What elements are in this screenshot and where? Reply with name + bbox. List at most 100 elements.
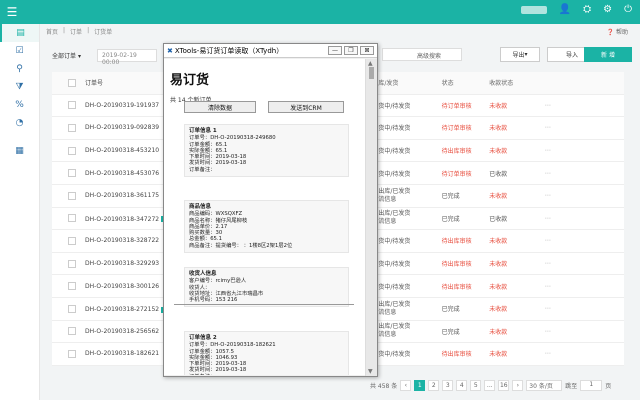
- row-checkbox[interactable]: [68, 327, 76, 336]
- order-status: 待订单审核: [441, 102, 472, 110]
- order-info-card: 收货人信息 客户编号：rcimy巴逊人 收货人： 收货地址：江西省九江市瑞昌市 手机号码…: [184, 267, 349, 308]
- order-status: 待出库审核: [441, 283, 472, 291]
- prev-page-button[interactable]: ‹: [400, 380, 412, 391]
- card-title: 收货人信息: [189, 271, 217, 277]
- row-checkbox[interactable]: [68, 169, 76, 178]
- restore-icon[interactable]: ❐: [344, 46, 358, 55]
- section-divider: [174, 304, 354, 305]
- all-orders-dropdown[interactable]: 全部订单 ▾: [52, 51, 97, 60]
- order-status: 待订单审核: [441, 170, 472, 178]
- xtools-popup-window: ✖ XTools-易订货订单读取（XTydh） — ❐ ⊠ 易订货 共 14 个…: [163, 43, 378, 377]
- per-page-select[interactable]: 30 条/页: [526, 380, 563, 391]
- page-button[interactable]: 4: [456, 380, 468, 391]
- order-status: 已完成: [441, 193, 460, 201]
- percent-icon[interactable]: %: [0, 96, 39, 114]
- page-button[interactable]: 1: [414, 380, 426, 391]
- scroll-up-icon: ▲: [368, 60, 373, 67]
- ship-status: 备货中/待发货: [372, 351, 411, 359]
- row-actions-icon[interactable]: ⋯: [545, 192, 624, 199]
- row-checkbox[interactable]: [68, 304, 76, 313]
- order-status: 已完成: [441, 306, 460, 314]
- page-button[interactable]: 16: [498, 380, 510, 391]
- ship-status: 备货中/待发货: [372, 283, 411, 291]
- advanced-search-link[interactable]: 高级搜索: [417, 51, 441, 60]
- payment-status: 已收款: [489, 215, 508, 223]
- gear-icon[interactable]: ⚙: [603, 4, 612, 15]
- page-button[interactable]: ...: [484, 380, 496, 391]
- sidebar: ▤ ☑ ⚲ ⧩ % ◔ ▦: [0, 24, 40, 400]
- order-status: 待出库审核: [441, 261, 472, 269]
- payment-status: 未收款: [489, 238, 508, 246]
- goto-page-input[interactable]: 1: [580, 380, 603, 391]
- row-checkbox[interactable]: [68, 191, 76, 200]
- row-actions-icon[interactable]: ⋯: [545, 305, 624, 312]
- power-icon[interactable]: ⏻: [624, 4, 632, 15]
- card-title: 订单信息 2: [189, 335, 217, 341]
- page-button[interactable]: 3: [442, 380, 454, 391]
- payment-status: 已收款: [489, 170, 508, 178]
- row-checkbox[interactable]: [68, 214, 76, 223]
- row-actions-icon[interactable]: ⋯: [545, 170, 624, 177]
- row-actions-icon[interactable]: ⋯: [545, 147, 624, 154]
- app-logo-icon: ✖: [167, 46, 173, 55]
- ship-status: 备货中/待发货: [372, 125, 411, 133]
- new-button[interactable]: 新 增: [584, 47, 632, 62]
- pie-chart-icon[interactable]: ◔: [0, 114, 39, 132]
- hamburger-icon[interactable]: ☰: [0, 0, 24, 24]
- user-name-pill[interactable]: [520, 5, 547, 14]
- export-button[interactable]: 导出 ▾: [500, 47, 540, 62]
- filter-icon[interactable]: ⧩: [0, 78, 39, 96]
- row-actions-icon[interactable]: ⋯: [545, 350, 624, 357]
- row-checkbox[interactable]: [68, 282, 76, 291]
- clear-data-button[interactable]: 清除数据: [184, 101, 256, 113]
- order-info-card: 订单信息 2 订单号：DH-O-20190318-182621 订单金额：1057.…: [184, 331, 349, 375]
- user-icon[interactable]: ⚲: [0, 60, 39, 78]
- row-checkbox[interactable]: [68, 349, 76, 358]
- popup-scrollbar[interactable]: ▲ ▼: [365, 59, 377, 376]
- scroll-down-icon: ▼: [368, 368, 373, 375]
- row-checkbox[interactable]: [68, 123, 76, 132]
- next-page-button[interactable]: ›: [512, 380, 524, 391]
- select-all-checkbox[interactable]: [68, 78, 76, 87]
- payment-status: 未收款: [489, 102, 508, 110]
- row-actions-icon[interactable]: ⋯: [545, 283, 624, 290]
- chevron-down-icon: ▾: [77, 52, 81, 60]
- breadcrumb-home[interactable]: 首页: [46, 27, 58, 36]
- payment-status: 未收款: [489, 125, 508, 133]
- scroll-thumb[interactable]: [369, 67, 374, 79]
- ship-status: 备货中/待发货: [372, 170, 411, 178]
- card-line: 订单备注：: [189, 374, 344, 375]
- row-actions-icon[interactable]: ⋯: [545, 102, 624, 109]
- document-icon[interactable]: ▤: [0, 24, 39, 42]
- ship-status: 已出库/已发货 物流信息: [372, 323, 411, 339]
- row-checkbox[interactable]: [68, 146, 76, 155]
- row-checkbox[interactable]: [68, 259, 76, 268]
- row-actions-icon[interactable]: ⋯: [545, 237, 624, 244]
- close-icon[interactable]: ⊠: [360, 46, 374, 55]
- send-to-crm-button[interactable]: 发送到CRM: [268, 101, 344, 113]
- page-button[interactable]: 5: [470, 380, 482, 391]
- minimize-icon[interactable]: —: [328, 46, 342, 55]
- row-checkbox[interactable]: [68, 101, 76, 110]
- help-icon: ❓: [606, 29, 615, 36]
- store-icon[interactable]: ▦: [0, 142, 39, 160]
- row-actions-icon[interactable]: ⋯: [545, 215, 624, 222]
- row-actions-icon[interactable]: ⋯: [545, 260, 624, 267]
- ship-status: 备货中/待发货: [372, 261, 411, 269]
- row-actions-icon[interactable]: ⋯: [545, 124, 624, 131]
- row-actions-icon[interactable]: ⋯: [545, 328, 624, 335]
- date-field[interactable]: 2019-02-19 00:00: [97, 48, 157, 66]
- router-icon[interactable]: ⛭: [583, 4, 591, 15]
- row-checkbox[interactable]: [68, 236, 76, 245]
- order-status: 待出库审核: [441, 148, 472, 156]
- ship-status: 备货中/待发货: [372, 102, 411, 110]
- window-controls: — ❐ ⊠: [328, 46, 374, 55]
- breadcrumb-orders[interactable]: 订单: [70, 27, 82, 36]
- order-status: 待订单审核: [441, 125, 472, 133]
- user-icon[interactable]: 👤: [559, 4, 571, 15]
- help-link[interactable]: ❓ 帮助: [607, 27, 628, 36]
- ship-status: 备货中/待发货: [372, 238, 411, 246]
- checklist-icon[interactable]: ☑: [0, 42, 39, 60]
- payment-status: 未收款: [489, 328, 508, 336]
- page-button[interactable]: 2: [428, 380, 440, 391]
